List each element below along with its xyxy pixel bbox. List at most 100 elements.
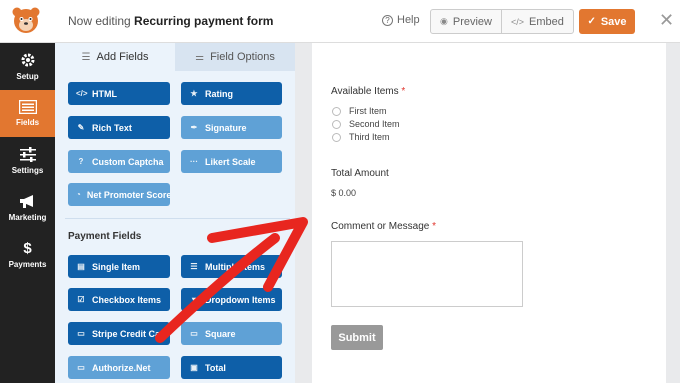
comment-textarea[interactable] (331, 241, 523, 307)
file-icon: ▤ (77, 262, 85, 271)
field-label: Rating (205, 88, 233, 99)
card-icon: ▭ (77, 329, 85, 338)
field-button-custom-captcha[interactable]: ? Custom Captcha (68, 150, 170, 173)
field-button-likert-scale[interactable]: ··· Likert Scale (181, 150, 282, 173)
field-button-square[interactable]: ▭ Square (181, 322, 282, 345)
field-label: HTML (92, 88, 117, 99)
field-label: Custom Captcha (92, 156, 164, 167)
field-label: Likert Scale (205, 156, 256, 167)
required-mark: * (401, 86, 406, 97)
preview-button[interactable]: ◉ Preview (431, 10, 501, 33)
radio-button[interactable] (332, 132, 341, 142)
payment-fields-heading: Payment Fields (68, 231, 142, 242)
field-label: Rich Text (92, 122, 132, 133)
pen-icon: ✒ (190, 123, 198, 132)
rail-item-marketing[interactable]: Marketing (0, 184, 55, 231)
rail-item-fields[interactable]: Fields (0, 90, 55, 137)
rail-item-setup[interactable]: Setup (0, 43, 55, 90)
megaphone-icon (19, 194, 33, 208)
wpforms-bear-logo (12, 7, 40, 33)
field-label: Square (205, 328, 236, 339)
embed-button[interactable]: </> Embed (500, 10, 573, 33)
dropdown-icon: ▾ (191, 295, 196, 304)
tab-add-fields[interactable]: ☰ Add Fields (55, 43, 175, 71)
star-icon: ★ (190, 89, 198, 98)
field-button-stripe-credit-card[interactable]: ▭ Stripe Credit Card (68, 322, 170, 345)
field-button-rich-text[interactable]: ✎ Rich Text (68, 116, 170, 139)
field-button-total[interactable]: ▣ Total (181, 356, 282, 379)
field-label: Authorize.Net (92, 362, 151, 373)
card-icon: ▭ (77, 363, 85, 372)
card-icon: ▭ (190, 329, 198, 338)
radio-button[interactable] (332, 106, 341, 116)
comment-label[interactable]: Comment or Message * (331, 221, 436, 232)
embed-label: Embed (529, 15, 564, 28)
section-divider (65, 218, 290, 219)
option-label: First Item (349, 106, 387, 116)
rail-item-payments[interactable]: $ Payments (0, 231, 55, 278)
left-rail: Setup Fields Settings Marketing $ Paymen… (0, 43, 55, 383)
field-label: Dropdown Items (205, 294, 276, 305)
close-icon[interactable]: ✕ (659, 10, 674, 31)
field-button-authorize-net[interactable]: ▭ Authorize.Net (68, 356, 170, 379)
code-icon: </> (76, 89, 88, 98)
field-button-html[interactable]: </> HTML (68, 82, 170, 105)
radio-option-second[interactable]: Second Item (332, 119, 400, 129)
tab-field-options[interactable]: ⚌ Field Options (175, 43, 295, 71)
field-title: Available Items (331, 86, 399, 97)
field-button-multiple-items[interactable]: ☰ Multiple Items (181, 255, 282, 278)
save-label: Save (600, 15, 627, 28)
rail-label: Fields (15, 118, 40, 127)
field-button-checkbox-items[interactable]: ☑ Checkbox Items (68, 288, 170, 311)
rail-label: Marketing (8, 212, 47, 222)
field-button-signature[interactable]: ✒ Signature (181, 116, 282, 139)
title-prefix: Now editing (68, 14, 131, 28)
option-label: Second Item (349, 119, 400, 129)
preview-embed-group: ◉ Preview </> Embed (430, 9, 574, 34)
list-icon: ☰ (81, 51, 91, 63)
save-button[interactable]: ✓ Save (579, 9, 635, 34)
help-icon: ? (382, 15, 393, 26)
ellipsis-icon: ··· (190, 157, 198, 166)
sliders-icon: ⚌ (195, 51, 205, 63)
check-icon: ✓ (587, 16, 596, 27)
radio-option-third[interactable]: Third Item (332, 132, 390, 142)
field-label: Checkbox Items (92, 294, 162, 305)
checkbox-icon: ☑ (77, 295, 85, 304)
field-label: Net Promoter Score (86, 189, 170, 200)
field-button-dropdown-items[interactable]: ▾ Dropdown Items (181, 288, 282, 311)
field-label: Stripe Credit Card (92, 328, 170, 339)
gear-icon (21, 53, 34, 67)
field-button-net-promoter-score[interactable]: ◔ Net Promoter Score (68, 183, 170, 206)
submit-button[interactable]: Submit (331, 325, 383, 350)
dollar-icon: $ (23, 239, 32, 257)
radio-option-first[interactable]: First Item (332, 106, 387, 116)
edit-icon: ✎ (77, 123, 85, 132)
help-button[interactable]: ? Help (382, 14, 420, 26)
panel-tabs: ☰ Add Fields ⚌ Field Options (55, 43, 295, 71)
field-button-rating[interactable]: ★ Rating (181, 82, 282, 105)
option-label: Third Item (349, 132, 390, 142)
field-title: Comment or Message (331, 221, 430, 232)
tab-label: Add Fields (96, 51, 149, 63)
field-label: Signature (205, 122, 247, 133)
radio-button[interactable] (332, 119, 341, 129)
help-label: Help (397, 14, 420, 26)
rail-label: Setup (16, 72, 39, 81)
rail-item-settings[interactable]: Settings (0, 137, 55, 184)
code-icon: </> (510, 16, 524, 27)
available-items-label[interactable]: Available Items * (331, 86, 405, 97)
question-icon: ? (78, 157, 84, 166)
list-icon (18, 100, 37, 114)
required-mark: * (432, 221, 437, 232)
list-icon: ☰ (190, 262, 198, 271)
field-button-single-item[interactable]: ▤ Single Item (68, 255, 170, 278)
form-name: Recurring payment form (134, 14, 274, 28)
total-amount-label[interactable]: Total Amount (331, 168, 389, 179)
rail-label: Settings (11, 165, 44, 175)
field-label: Single Item (92, 261, 141, 272)
sliders-icon (19, 146, 36, 162)
total-amount-value: $ 0.00 (331, 188, 357, 198)
field-label: Multiple Items (205, 261, 266, 272)
field-label: Total (205, 362, 226, 373)
